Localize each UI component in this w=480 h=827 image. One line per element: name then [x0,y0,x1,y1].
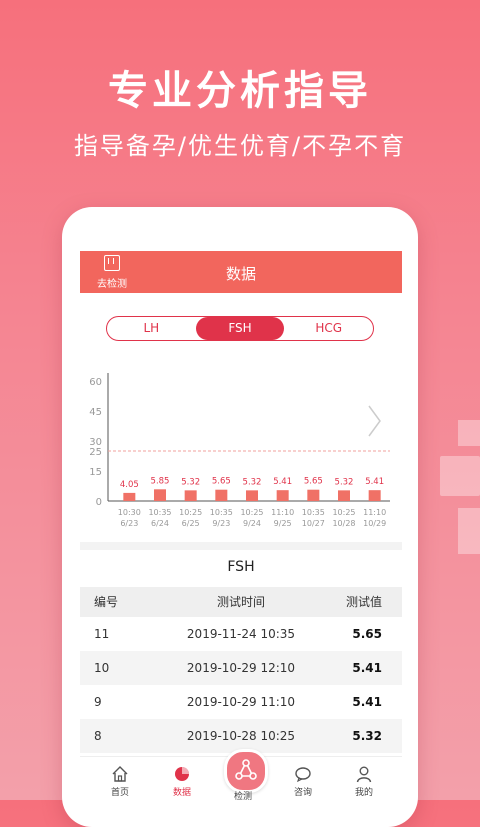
chat-icon [295,767,311,783]
bar [368,490,381,501]
x-tick-time: 11:10 [271,508,294,517]
bottom-tab-bar: 首页 数据 检测 咨询 我的 [80,749,402,800]
x-tick-time: 10:35 [210,508,233,517]
row-value: 5.41 [352,695,382,709]
hero-subtitle: 指导备孕/优生优育/不孕不育 [73,132,407,160]
chevron-right-icon[interactable] [368,405,381,437]
x-tick-date: 10/28 [332,519,355,528]
x-tick-time: 10:35 [148,508,171,517]
app-screen: 去检测 数据 LH FSH HCG 0 15 25 30 45 60 4.05 10:30 6/… [80,251,402,800]
app-header: 去检测 数据 [80,251,402,293]
col-header-value: 测试值 [345,595,382,609]
tab-lh[interactable]: LH [107,317,196,340]
tabbar-me-label: 我的 [354,788,373,798]
decorative-shape [440,420,480,560]
hero-title: 专业分析指导 [108,68,372,114]
tabbar-detect[interactable]: 检测 [223,789,263,800]
x-tick-time: 10:25 [179,508,202,517]
x-tick-date: 9/24 [243,519,261,528]
y-tick-label: 30 [89,437,102,448]
x-tick-time: 10:35 [302,508,325,517]
bar-value-label: 5.65 [304,477,323,487]
bar-value-label: 5.32 [335,477,354,487]
hormone-tabs: LH FSH HCG [106,316,374,341]
x-tick-time: 10:25 [332,508,355,517]
tabbar-detect-label: 检测 [233,792,252,800]
table-row[interactable]: 10 2019-10-29 12:10 5.41 [80,651,402,685]
x-tick-time: 10:30 [118,508,141,517]
bar-value-label: 5.85 [151,476,170,486]
x-tick-time: 10:25 [240,508,263,517]
tabbar-data[interactable]: 数据 [162,765,202,798]
bar [307,489,320,501]
pie-chart-icon [175,767,189,781]
x-tick-date: 6/24 [151,519,169,528]
bar [215,489,228,501]
tabbar-home-label: 首页 [110,788,129,798]
table-row[interactable]: 8 2019-10-28 10:25 5.32 [80,719,402,753]
y-tick-label: 60 [89,377,102,388]
divider [80,542,402,550]
x-tick-date: 6/25 [182,519,200,528]
bar-value-label: 5.32 [243,477,262,487]
bar [154,489,166,501]
tabbar-data-label: 数据 [172,788,191,798]
tabbar-consult[interactable]: 咨询 [283,765,323,798]
table-header: 编号 测试时间 测试值 [80,587,402,617]
table-title: FSH [227,559,255,575]
x-tick-time: 11:10 [363,508,386,517]
row-value: 5.65 [352,627,382,641]
detect-fab-button[interactable] [224,749,268,793]
y-tick-label: 15 [89,467,102,478]
x-tick-date: 9/25 [274,519,292,528]
x-tick-date: 6/23 [120,519,138,528]
fsh-bar-chart: 0 15 2530 45 60 4.05 10:30 6/23 5.85 10:35 6/24 5.3… [89,373,390,528]
bar-value-label: 5.32 [181,477,200,487]
bar-value-label: 5.41 [365,477,384,487]
bar-value-label: 5.65 [212,477,231,487]
y-tick-label: 45 [89,407,102,418]
x-tick-date: 10/27 [302,519,325,528]
home-icon [112,766,128,782]
tab-hcg[interactable]: HCG [284,317,373,340]
bar [184,490,197,501]
page-title: 数据 [225,265,256,283]
row-value: 5.32 [352,729,382,743]
bar [123,492,136,501]
x-tick-date: 9/23 [212,519,230,528]
bar-value-label: 4.05 [120,480,139,490]
share-nodes-icon [235,759,257,780]
bar [246,490,258,501]
tabbar-home[interactable]: 首页 [100,765,140,798]
tab-fsh[interactable]: FSH [195,317,285,340]
row-value: 5.41 [352,661,382,675]
tabbar-consult-label: 咨询 [293,788,312,798]
bar-value-label: 5.41 [273,477,292,487]
table-row[interactable]: 11 2019-11-24 10:35 5.65 [80,617,402,651]
y-tick-label: 0 [96,497,102,508]
x-tick-date: 10/29 [363,519,386,528]
y-tick-label: 25 [89,447,102,458]
table-row[interactable]: 9 2019-10-29 11:10 5.41 [80,685,402,719]
bar [276,490,289,501]
tabbar-me[interactable]: 我的 [344,765,384,798]
user-icon [356,766,372,783]
bar [338,490,350,501]
